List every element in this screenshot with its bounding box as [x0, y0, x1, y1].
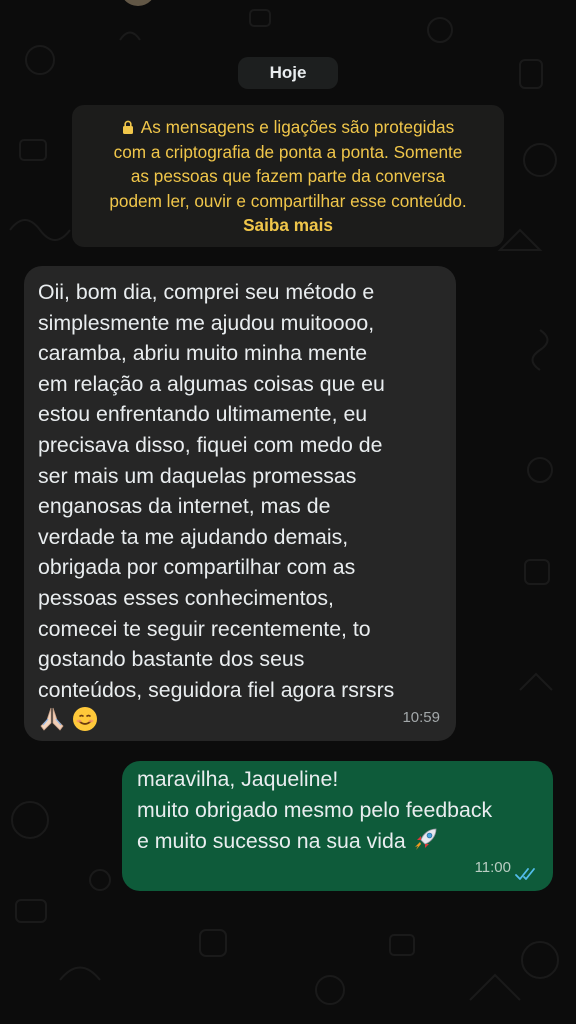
outgoing-message-bubble[interactable]: maravilha, Jaqueline! muito obrigado mes… — [122, 761, 553, 891]
emoji-line — [38, 705, 442, 736]
encryption-text-1: As mensagens e ligações são protegidas — [140, 117, 455, 137]
message-line: simplesmente me ajudou muitoooo, — [38, 310, 375, 335]
double-check-icon — [515, 868, 535, 880]
encryption-notice[interactable]: As mensagens e ligações são protegidas c… — [72, 105, 504, 247]
message-line: obrigada por compartilhar com as — [38, 555, 356, 580]
message-line: pessoas esses conhecimentos, — [38, 585, 334, 610]
folded-hands-emoji-icon — [38, 706, 66, 732]
message-line-text: e muito sucesso na sua vida — [137, 829, 406, 853]
message-line: maravilha, Jaqueline! — [137, 767, 339, 791]
message-line: muito obrigado mesmo pelo feedback — [137, 797, 493, 822]
encryption-notice-line-1: As mensagens e ligações são protegidas — [72, 115, 504, 140]
lock-icon — [122, 120, 133, 134]
message-line: verdade ta me ajudando demais, — [38, 524, 349, 549]
message-line: em relação a algumas coisas que eu — [38, 371, 385, 396]
encryption-notice-line-2: com a criptografia de ponta a ponta. Som… — [113, 141, 463, 162]
date-separator: Hoje — [238, 57, 338, 89]
encryption-notice-line-3: as pessoas que fazem parte da conversa — [130, 166, 446, 186]
message-line: comecei te seguir recentemente, to — [38, 616, 371, 641]
message-line: conteúdos, seguidora fiel agora rsrsrs — [38, 677, 395, 702]
smiling-face-emoji-icon — [72, 706, 98, 732]
message-line: caramba, abriu muito minha mente — [38, 341, 368, 366]
message-line: estou enfrentando ultimamente, eu — [38, 402, 368, 427]
message-line: gostando bastante dos seus — [38, 647, 305, 672]
incoming-message-bubble[interactable]: Oii, bom dia, comprei seu método e simpl… — [24, 266, 456, 741]
message-line-with-emoji: e muito sucesso na sua vida — [137, 825, 539, 857]
message-line: enganosas da internet, mas de — [38, 494, 331, 519]
message-timestamp: 11:00 — [474, 859, 511, 877]
message-timestamp: 10:59 — [402, 709, 440, 727]
encryption-notice-line-4: podem ler, ouvir e compartilhar esse con… — [109, 190, 467, 211]
message-line: Oii, bom dia, comprei seu método e — [38, 280, 375, 304]
message-line: precisava disso, fiquei com medo de — [38, 432, 383, 457]
message-line: ser mais um daquelas promessas — [38, 463, 357, 488]
learn-more-link[interactable]: Saiba mais — [243, 213, 333, 238]
rocket-emoji-icon — [412, 825, 440, 853]
